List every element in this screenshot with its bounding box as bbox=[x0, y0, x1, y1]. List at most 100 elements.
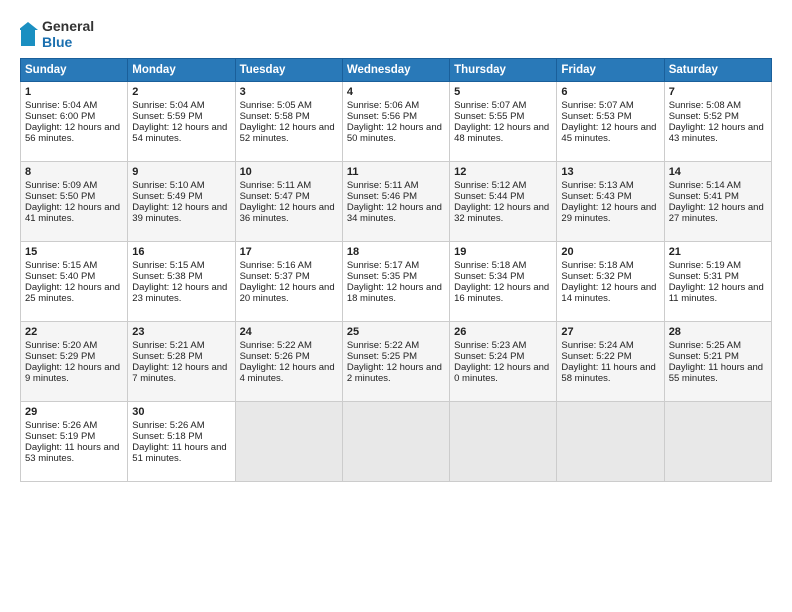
sunset-text: Sunset: 5:56 PM bbox=[347, 111, 417, 122]
daylight-text: Daylight: 11 hours and 55 minutes. bbox=[669, 362, 763, 384]
daylight-text: Daylight: 11 hours and 51 minutes. bbox=[132, 442, 226, 464]
sunrise-text: Sunrise: 5:11 AM bbox=[347, 180, 419, 191]
sunrise-text: Sunrise: 5:20 AM bbox=[25, 340, 97, 351]
sunset-text: Sunset: 5:37 PM bbox=[240, 271, 310, 282]
sunset-text: Sunset: 5:44 PM bbox=[454, 191, 524, 202]
calendar-cell: 5Sunrise: 5:07 AMSunset: 5:55 PMDaylight… bbox=[450, 82, 557, 162]
calendar-cell: 27Sunrise: 5:24 AMSunset: 5:22 PMDayligh… bbox=[557, 322, 664, 402]
day-number: 20 bbox=[561, 246, 659, 258]
calendar-header-cell: Sunday bbox=[21, 59, 128, 82]
sunrise-text: Sunrise: 5:15 AM bbox=[25, 260, 97, 271]
day-number: 24 bbox=[240, 326, 338, 338]
calendar-table: SundayMondayTuesdayWednesdayThursdayFrid… bbox=[20, 58, 772, 482]
calendar-cell: 26Sunrise: 5:23 AMSunset: 5:24 PMDayligh… bbox=[450, 322, 557, 402]
calendar-cell bbox=[342, 402, 449, 482]
logo-chevron-icon bbox=[20, 20, 40, 48]
daylight-text: Daylight: 11 hours and 53 minutes. bbox=[25, 442, 119, 464]
sunrise-text: Sunrise: 5:05 AM bbox=[240, 100, 312, 111]
calendar-cell: 17Sunrise: 5:16 AMSunset: 5:37 PMDayligh… bbox=[235, 242, 342, 322]
sunset-text: Sunset: 5:35 PM bbox=[347, 271, 417, 282]
daylight-text: Daylight: 12 hours and 34 minutes. bbox=[347, 202, 442, 224]
sunset-text: Sunset: 5:28 PM bbox=[132, 351, 202, 362]
day-number: 9 bbox=[132, 166, 230, 178]
sunrise-text: Sunrise: 5:21 AM bbox=[132, 340, 204, 351]
calendar-cell: 1Sunrise: 5:04 AMSunset: 6:00 PMDaylight… bbox=[21, 82, 128, 162]
calendar-cell: 16Sunrise: 5:15 AMSunset: 5:38 PMDayligh… bbox=[128, 242, 235, 322]
calendar-cell: 3Sunrise: 5:05 AMSunset: 5:58 PMDaylight… bbox=[235, 82, 342, 162]
sunset-text: Sunset: 5:47 PM bbox=[240, 191, 310, 202]
daylight-text: Daylight: 12 hours and 0 minutes. bbox=[454, 362, 549, 384]
calendar-cell bbox=[450, 402, 557, 482]
daylight-text: Daylight: 12 hours and 45 minutes. bbox=[561, 122, 656, 144]
day-number: 10 bbox=[240, 166, 338, 178]
day-number: 27 bbox=[561, 326, 659, 338]
daylight-text: Daylight: 12 hours and 18 minutes. bbox=[347, 282, 442, 304]
day-number: 12 bbox=[454, 166, 552, 178]
day-number: 28 bbox=[669, 326, 767, 338]
sunrise-text: Sunrise: 5:04 AM bbox=[25, 100, 97, 111]
day-number: 18 bbox=[347, 246, 445, 258]
sunset-text: Sunset: 5:46 PM bbox=[347, 191, 417, 202]
day-number: 26 bbox=[454, 326, 552, 338]
sunset-text: Sunset: 5:22 PM bbox=[561, 351, 631, 362]
calendar-cell: 30Sunrise: 5:26 AMSunset: 5:18 PMDayligh… bbox=[128, 402, 235, 482]
day-number: 14 bbox=[669, 166, 767, 178]
sunset-text: Sunset: 5:21 PM bbox=[669, 351, 739, 362]
daylight-text: Daylight: 12 hours and 36 minutes. bbox=[240, 202, 335, 224]
calendar-cell: 4Sunrise: 5:06 AMSunset: 5:56 PMDaylight… bbox=[342, 82, 449, 162]
calendar-cell: 24Sunrise: 5:22 AMSunset: 5:26 PMDayligh… bbox=[235, 322, 342, 402]
calendar-cell: 8Sunrise: 5:09 AMSunset: 5:50 PMDaylight… bbox=[21, 162, 128, 242]
daylight-text: Daylight: 12 hours and 9 minutes. bbox=[25, 362, 120, 384]
daylight-text: Daylight: 12 hours and 54 minutes. bbox=[132, 122, 227, 144]
sunset-text: Sunset: 5:24 PM bbox=[454, 351, 524, 362]
sunrise-text: Sunrise: 5:18 AM bbox=[561, 260, 633, 271]
sunset-text: Sunset: 5:40 PM bbox=[25, 271, 95, 282]
sunrise-text: Sunrise: 5:18 AM bbox=[454, 260, 526, 271]
day-number: 4 bbox=[347, 86, 445, 98]
calendar-header-cell: Thursday bbox=[450, 59, 557, 82]
daylight-text: Daylight: 12 hours and 14 minutes. bbox=[561, 282, 656, 304]
sunset-text: Sunset: 5:52 PM bbox=[669, 111, 739, 122]
sunrise-text: Sunrise: 5:26 AM bbox=[25, 420, 97, 431]
daylight-text: Daylight: 12 hours and 32 minutes. bbox=[454, 202, 549, 224]
sunrise-text: Sunrise: 5:22 AM bbox=[347, 340, 419, 351]
sunrise-text: Sunrise: 5:19 AM bbox=[669, 260, 741, 271]
day-number: 1 bbox=[25, 86, 123, 98]
daylight-text: Daylight: 12 hours and 25 minutes. bbox=[25, 282, 120, 304]
sunrise-text: Sunrise: 5:04 AM bbox=[132, 100, 204, 111]
calendar-cell bbox=[235, 402, 342, 482]
sunrise-text: Sunrise: 5:10 AM bbox=[132, 180, 204, 191]
sunrise-text: Sunrise: 5:15 AM bbox=[132, 260, 204, 271]
calendar-week-row: 8Sunrise: 5:09 AMSunset: 5:50 PMDaylight… bbox=[21, 162, 772, 242]
calendar-cell: 13Sunrise: 5:13 AMSunset: 5:43 PMDayligh… bbox=[557, 162, 664, 242]
calendar-cell: 21Sunrise: 5:19 AMSunset: 5:31 PMDayligh… bbox=[664, 242, 771, 322]
daylight-text: Daylight: 12 hours and 7 minutes. bbox=[132, 362, 227, 384]
day-number: 11 bbox=[347, 166, 445, 178]
calendar-cell: 22Sunrise: 5:20 AMSunset: 5:29 PMDayligh… bbox=[21, 322, 128, 402]
sunrise-text: Sunrise: 5:24 AM bbox=[561, 340, 633, 351]
sunset-text: Sunset: 5:41 PM bbox=[669, 191, 739, 202]
calendar-cell: 14Sunrise: 5:14 AMSunset: 5:41 PMDayligh… bbox=[664, 162, 771, 242]
sunrise-text: Sunrise: 5:07 AM bbox=[561, 100, 633, 111]
calendar-cell: 9Sunrise: 5:10 AMSunset: 5:49 PMDaylight… bbox=[128, 162, 235, 242]
daylight-text: Daylight: 12 hours and 23 minutes. bbox=[132, 282, 227, 304]
calendar-cell: 12Sunrise: 5:12 AMSunset: 5:44 PMDayligh… bbox=[450, 162, 557, 242]
sunrise-text: Sunrise: 5:22 AM bbox=[240, 340, 312, 351]
sunset-text: Sunset: 5:50 PM bbox=[25, 191, 95, 202]
calendar-week-row: 22Sunrise: 5:20 AMSunset: 5:29 PMDayligh… bbox=[21, 322, 772, 402]
calendar-header-cell: Wednesday bbox=[342, 59, 449, 82]
sunrise-text: Sunrise: 5:25 AM bbox=[669, 340, 741, 351]
daylight-text: Daylight: 12 hours and 43 minutes. bbox=[669, 122, 764, 144]
calendar-page: General Blue SundayMondayTuesdayWednesda… bbox=[0, 0, 792, 612]
logo-area: General Blue bbox=[20, 18, 94, 50]
daylight-text: Daylight: 12 hours and 20 minutes. bbox=[240, 282, 335, 304]
sunset-text: Sunset: 5:25 PM bbox=[347, 351, 417, 362]
day-number: 17 bbox=[240, 246, 338, 258]
daylight-text: Daylight: 12 hours and 50 minutes. bbox=[347, 122, 442, 144]
calendar-header-cell: Tuesday bbox=[235, 59, 342, 82]
calendar-week-row: 15Sunrise: 5:15 AMSunset: 5:40 PMDayligh… bbox=[21, 242, 772, 322]
day-number: 7 bbox=[669, 86, 767, 98]
daylight-text: Daylight: 12 hours and 2 minutes. bbox=[347, 362, 442, 384]
sunrise-text: Sunrise: 5:11 AM bbox=[240, 180, 312, 191]
sunrise-text: Sunrise: 5:13 AM bbox=[561, 180, 633, 191]
